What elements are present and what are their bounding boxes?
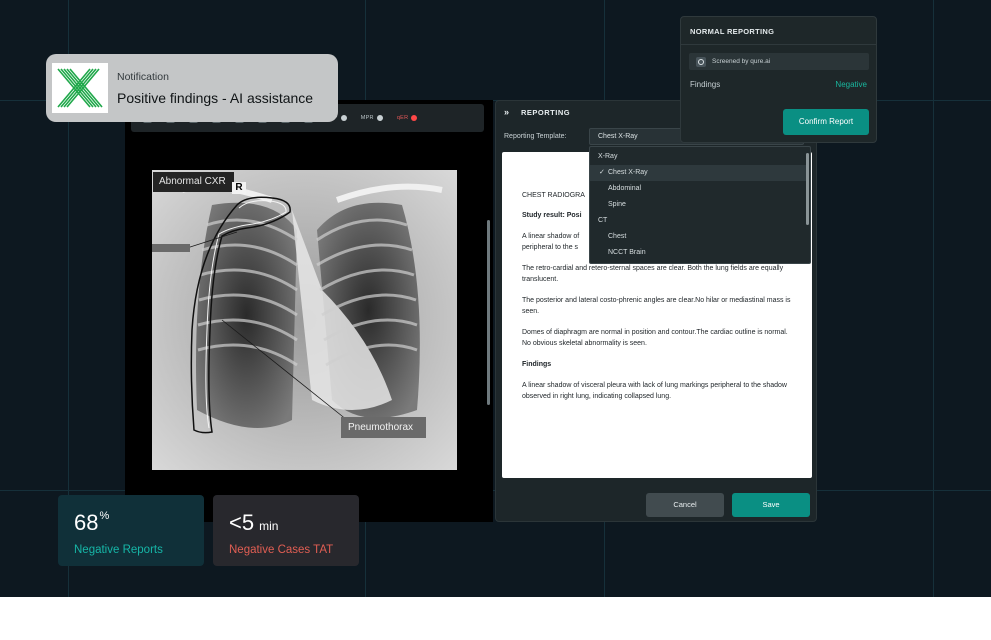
template-label: Reporting Template: bbox=[504, 133, 567, 140]
findings-label: Findings bbox=[690, 80, 721, 89]
pneumothorax-label: Pneumothorax bbox=[341, 417, 426, 438]
dropdown-option-chest-xray[interactable]: ✓ Chest X-Ray bbox=[590, 165, 806, 181]
template-dropdown[interactable]: X-Ray ✓ Chest X-Ray Abdominal Spine CT C… bbox=[589, 146, 811, 264]
report-paragraph: The posterior and lateral costo-phrenic … bbox=[522, 297, 791, 315]
screened-by-text: Screened by qure.ai bbox=[712, 58, 771, 65]
dropdown-group-ct: CT bbox=[598, 217, 608, 224]
notification-label: Notification bbox=[117, 71, 169, 83]
save-button[interactable]: Save bbox=[732, 493, 810, 517]
stat-unit: min bbox=[259, 519, 279, 533]
stat-number: <5 bbox=[229, 510, 255, 535]
qer-label: qER bbox=[396, 115, 409, 121]
abnormal-cxr-label: Abnormal CXR bbox=[153, 172, 234, 192]
reporting-footer: Cancel Save bbox=[496, 484, 816, 523]
report-paragraph: Domes of diaphragm are normal in positio… bbox=[522, 329, 788, 347]
dropdown-option-spine[interactable]: Spine bbox=[590, 197, 806, 213]
findings-value: Negative bbox=[835, 80, 867, 89]
stat-label: Negative Cases TAT bbox=[229, 544, 334, 556]
qure-x-logo-icon bbox=[52, 63, 108, 113]
toggle-icon bbox=[376, 115, 383, 121]
reporting-title: REPORTING bbox=[521, 107, 571, 117]
toggle-icon bbox=[340, 115, 347, 121]
stat-value: <5 min bbox=[229, 510, 278, 536]
app-stage: MIP MPR qER Abnormal CXR R bbox=[0, 0, 991, 597]
dropdown-option-abdominal[interactable]: Abdominal bbox=[590, 181, 806, 197]
option-label: Chest X-Ray bbox=[608, 169, 648, 176]
normal-reporting-card: NORMAL REPORTING Screened by qure.ai Fin… bbox=[680, 16, 877, 143]
mpr-toggle[interactable]: MPR bbox=[361, 115, 383, 121]
orientation-marker: R bbox=[232, 182, 246, 194]
dropdown-scrollbar[interactable] bbox=[806, 153, 809, 225]
qer-toggle[interactable]: qER bbox=[397, 115, 418, 121]
negative-cases-tat-stat: <5 min Negative Cases TAT bbox=[213, 495, 359, 566]
confirm-report-button[interactable]: Confirm Report bbox=[783, 109, 869, 135]
normal-reporting-title: NORMAL REPORTING bbox=[690, 27, 775, 36]
dropdown-option-chest[interactable]: Chest bbox=[590, 229, 806, 245]
negative-reports-stat: 68% Negative Reports bbox=[58, 495, 204, 566]
divider bbox=[681, 44, 876, 45]
dropdown-option-ncct-brain[interactable]: NCCT Brain bbox=[590, 245, 806, 261]
notification-message: Positive findings - AI assistance bbox=[117, 90, 314, 106]
screened-by-field: Screened by qure.ai bbox=[689, 53, 869, 70]
check-icon: ✓ bbox=[599, 169, 605, 176]
stat-value: 68% bbox=[74, 510, 109, 536]
stat-label: Negative Reports bbox=[74, 544, 163, 556]
record-icon bbox=[411, 115, 418, 121]
grid-line bbox=[933, 0, 934, 597]
stat-unit: % bbox=[99, 510, 110, 522]
mpr-label: MPR bbox=[360, 115, 374, 121]
findings-heading: Findings bbox=[522, 361, 552, 368]
search-icon bbox=[696, 56, 706, 67]
viewer-scrollbar[interactable] bbox=[487, 220, 490, 405]
report-paragraph: The retro-cardial and retero-sternal spa… bbox=[522, 265, 784, 283]
cancel-button[interactable]: Cancel bbox=[646, 493, 724, 517]
findings-text: A linear shadow of visceral pleura with … bbox=[522, 382, 787, 400]
dropdown-group-xray: X-Ray bbox=[598, 153, 618, 160]
notification-toast[interactable]: Notification Positive findings - AI assi… bbox=[46, 54, 338, 122]
stat-number: 68 bbox=[74, 510, 99, 535]
collapse-panel-icon[interactable]: » bbox=[504, 107, 509, 117]
